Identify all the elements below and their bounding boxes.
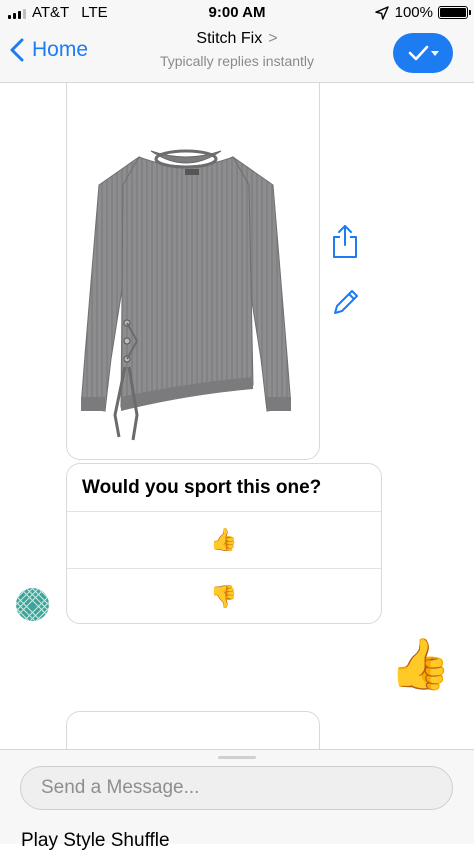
dropdown-caret-icon xyxy=(431,51,439,56)
conversation-title[interactable]: Stitch Fix > xyxy=(196,30,277,48)
done-dropdown-button[interactable] xyxy=(393,33,453,73)
drawer-handle[interactable] xyxy=(218,756,256,759)
status-bar: AT&T LTE 9:00 AM 100% xyxy=(0,0,474,26)
navigation-bar: Home Stitch Fix > Typically replies inst… xyxy=(0,26,474,83)
location-arrow-icon xyxy=(374,5,389,20)
title-chevron-icon: > xyxy=(268,30,278,47)
quick-reply-play-style-shuffle[interactable]: Play Style Shuffle xyxy=(21,830,170,852)
stitch-fix-logo-icon[interactable] xyxy=(16,588,49,621)
question-text: Would you sport this one? xyxy=(67,464,381,512)
conversation-name: Stitch Fix xyxy=(196,30,263,47)
edit-pencil-icon[interactable] xyxy=(331,287,361,317)
product-image-card[interactable] xyxy=(66,83,320,460)
battery-icon xyxy=(438,6,471,19)
thumbs-down-icon: 👎 xyxy=(210,584,238,609)
thumbs-down-option[interactable]: 👎 xyxy=(67,568,381,623)
chat-thread[interactable]: Would you sport this one? 👍 👎 👍 xyxy=(0,83,474,773)
status-bar-right: 100% xyxy=(374,4,471,21)
message-composer: Play Style Shuffle xyxy=(0,749,474,851)
battery-percent: 100% xyxy=(394,4,433,21)
gray-knit-sweater-image xyxy=(81,149,291,441)
sent-thumbs-up-message: 👍 xyxy=(389,636,452,692)
thumbs-up-option[interactable]: 👍 xyxy=(67,512,381,568)
question-card: Would you sport this one? 👍 👎 xyxy=(66,463,382,624)
message-input[interactable] xyxy=(20,766,453,810)
thumbs-up-icon: 👍 xyxy=(210,527,238,552)
share-icon[interactable] xyxy=(331,223,359,259)
checkmark-icon xyxy=(408,45,439,61)
